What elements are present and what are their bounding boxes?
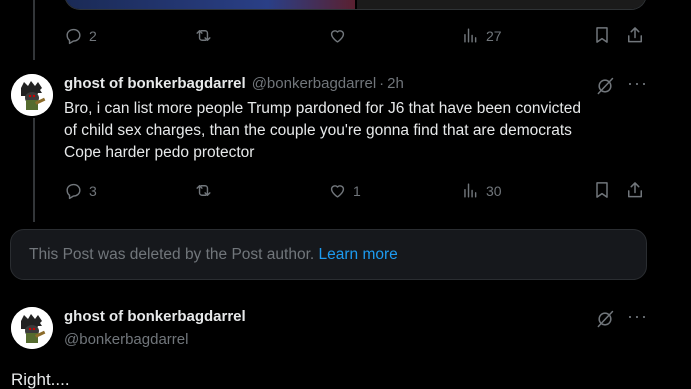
share-icon [628,27,642,43]
focused-post-text: Right.... [11,370,70,389]
views-count: 30 [486,182,502,199]
views-icon [464,183,477,198]
retweet-icon [196,185,211,196]
post-header: ghost of bonkerbagdarrel @bonkerbagdarre… [64,75,404,92]
media-image-right [357,0,646,9]
thread-line [33,0,35,60]
reply-button[interactable]: 3 [64,181,97,200]
grok-button[interactable] [595,309,615,334]
reply-icon [66,28,81,45]
media-image-left [65,0,355,9]
bookmark-button[interactable] [592,25,612,45]
like-button[interactable] [328,26,347,45]
heart-icon [330,185,345,198]
author-name[interactable]: ghost of bonkerbagdarrel [64,75,246,92]
more-options-button[interactable]: ··· [627,73,648,94]
bookmark-button[interactable] [592,180,612,200]
reply-count: 3 [89,182,97,199]
views-icon [464,28,477,43]
views-button[interactable]: 30 [461,181,502,200]
retweet-icon [196,30,211,41]
learn-more-link[interactable]: Learn more [319,246,398,263]
separator: · [379,75,385,92]
avatar[interactable] [11,74,53,116]
more-options-button[interactable]: ··· [627,306,648,327]
deleted-notice-text: This Post was deleted by the Post author… [29,246,315,263]
views-count: 27 [486,27,502,44]
grok-icon [597,77,614,95]
heart-icon [330,30,345,43]
thread-line [33,118,35,222]
timestamp[interactable]: 2h [387,75,404,92]
more-icon: ··· [627,73,648,93]
deleted-post-notice: This Post was deleted by the Post author… [10,229,647,280]
share-button[interactable] [625,25,645,45]
previous-post-media[interactable] [64,0,647,10]
grok-icon [597,310,614,328]
reply-count: 2 [89,27,97,44]
share-icon [628,182,642,198]
bookmark-icon [596,182,608,198]
like-button[interactable]: 1 [328,181,361,200]
author-name[interactable]: ghost of bonkerbagdarrel [64,308,246,325]
post-text-line: Bro, i can list more people Trump pardon… [64,100,581,117]
avatar-image [11,307,53,349]
bookmark-icon [596,27,608,43]
retweet-button[interactable] [194,181,213,200]
post-text-line: of child sex charges, than the couple yo… [64,122,572,139]
views-button[interactable]: 27 [461,26,502,45]
share-button[interactable] [625,180,645,200]
author-handle[interactable]: @bonkerbagdarrel [64,331,188,348]
retweet-button[interactable] [194,26,213,45]
post-text-line: Cope harder pedo protector [64,144,255,161]
reply-button[interactable]: 2 [64,26,97,45]
avatar-image [11,74,53,116]
post-text: Bro, i can list more people Trump pardon… [64,98,654,164]
avatar[interactable] [11,307,53,349]
reply-icon [66,183,81,200]
more-icon: ··· [627,306,648,326]
author-handle[interactable]: @bonkerbagdarrel [252,75,376,92]
like-count: 1 [353,182,361,199]
